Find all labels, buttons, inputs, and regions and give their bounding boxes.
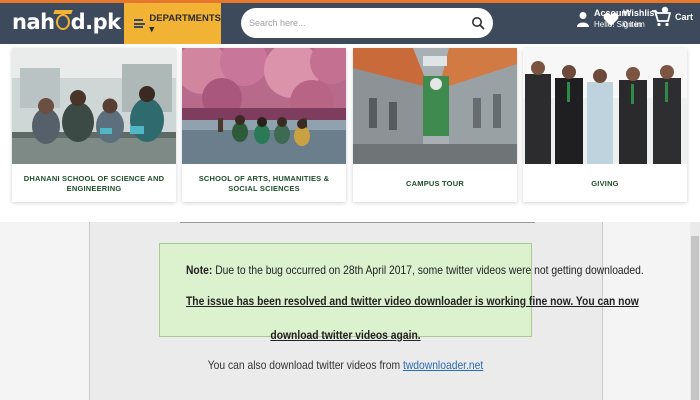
panel-divider <box>180 222 535 223</box>
campus-courtyard-photo <box>353 48 517 164</box>
card-campus-tour-label: CAMPUS TOUR <box>406 179 464 188</box>
graduation-cap-icon <box>55 14 70 30</box>
search-input[interactable] <box>249 13 459 33</box>
notice-box: Note: Due to the bug occurred on 28th Ap… <box>159 243 644 342</box>
notice-note-label: Note: <box>185 263 213 277</box>
alternative-download-text: You can also download twitter videos fro… <box>185 358 506 372</box>
cart-link[interactable]: Cart <box>650 6 693 28</box>
card-arts-humanities-label: SCHOOL OF ARTS, HUMANITIES & SOCIAL SCIE… <box>198 174 330 193</box>
shopping-cart-icon <box>652 6 671 27</box>
notice-line-2: The issue has been resolved and twitter … <box>185 294 639 308</box>
top-accent-stripe <box>0 0 700 3</box>
logo-text-left: nah <box>12 10 55 34</box>
card-arts-humanities[interactable]: SCHOOL OF ARTS, HUMANITIES & SOCIAL SCIE… <box>182 48 346 202</box>
card-campus-tour[interactable]: CAMPUS TOUR <box>353 48 517 202</box>
cart-label: Cart <box>675 12 694 22</box>
user-icon <box>577 12 589 27</box>
students-under-pink-trees-photo <box>182 48 346 164</box>
science-lab-photo <box>12 48 176 164</box>
notice-line-1-text: Due to the bug occurred on 28th April 20… <box>212 263 644 277</box>
card-science-engineering-label: DHANANI SCHOOL OF SCIENCE AND ENGINEERIN… <box>23 174 165 193</box>
scrollbar-thumb[interactable] <box>691 236 699 400</box>
notice-line-1: Note: Due to the bug occurred on 28th Ap… <box>185 263 644 277</box>
card-science-engineering[interactable]: DHANANI SCHOOL OF SCIENCE AND ENGINEERIN… <box>12 48 176 202</box>
card-giving[interactable]: GIVING <box>523 48 687 202</box>
search-bar <box>241 8 493 38</box>
hamburger-menu-icon <box>134 19 146 28</box>
card-giving-label: GIVING <box>591 179 619 188</box>
search-icon[interactable] <box>471 16 485 30</box>
logo-text-right: d.pk <box>70 10 122 34</box>
departments-label: DEPARTMENTS ▾ <box>149 12 221 35</box>
group-of-donors-photo <box>523 48 687 164</box>
notice-line-3: download twitter videos again. <box>270 328 421 342</box>
alternative-text: You can also download twitter videos fro… <box>207 358 403 372</box>
heart-icon <box>603 12 619 26</box>
site-logo[interactable]: nah d.pk <box>12 8 121 36</box>
twdownloader-link[interactable]: twdownloader.net <box>403 358 483 372</box>
departments-button[interactable]: DEPARTMENTS ▾ <box>124 3 221 44</box>
